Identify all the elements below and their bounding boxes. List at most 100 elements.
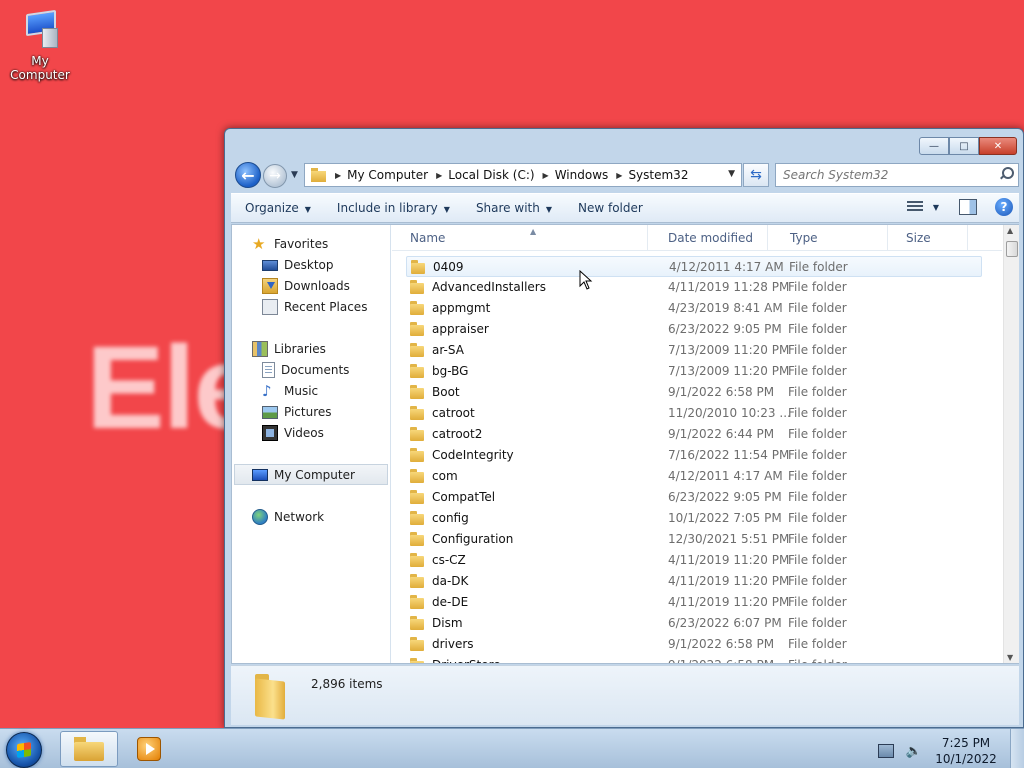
back-button[interactable]: ←: [235, 162, 261, 188]
desktop-icon-my-computer[interactable]: My Computer: [2, 8, 78, 82]
table-row[interactable]: config 10/1/2022 7:05 PM File folder: [406, 508, 982, 529]
scroll-up-arrow[interactable]: ▲: [1007, 226, 1013, 235]
clock[interactable]: 7:25 PM 10/1/2022: [934, 735, 998, 767]
nav-favorites[interactable]: ★ Favorites: [232, 233, 390, 254]
table-row[interactable]: DriverStore 9/1/2022 6:58 PM File folder: [406, 655, 982, 663]
column-name[interactable]: Name ▲: [392, 225, 648, 251]
breadcrumb-separator[interactable]: ▶: [616, 171, 622, 180]
include-in-library-button[interactable]: Include in library ▼: [323, 201, 462, 215]
address-bar[interactable]: ▶ My Computer ▶ Local Disk (C:) ▶ Window…: [304, 163, 742, 187]
breadcrumb-separator[interactable]: ▶: [335, 171, 341, 180]
file-name: 0409: [433, 260, 464, 274]
table-row[interactable]: appmgmt 4/23/2019 8:41 AM File folder: [406, 298, 982, 319]
table-row[interactable]: CodeIntegrity 7/16/2022 11:54 PM File fold…: [406, 445, 982, 466]
folder-icon: [410, 511, 424, 525]
table-row[interactable]: Boot 9/1/2022 6:58 PM File folder: [406, 382, 982, 403]
table-row[interactable]: AdvancedInstallers 4/11/2019 11:28 PM File…: [406, 277, 982, 298]
preview-pane-icon[interactable]: [959, 199, 977, 215]
recent-pages-dropdown[interactable]: ▼: [291, 170, 298, 180]
show-desktop-button[interactable]: [1010, 729, 1024, 768]
nav-pictures[interactable]: Pictures: [232, 401, 390, 422]
table-row[interactable]: Dism 6/23/2022 6:07 PM File folder: [406, 613, 982, 634]
folder-icon: [410, 616, 424, 630]
table-row[interactable]: bg-BG 7/13/2009 11:20 PM File folder: [406, 361, 982, 382]
start-button[interactable]: [6, 732, 42, 768]
nav-documents[interactable]: Documents: [232, 359, 390, 380]
file-name: CodeIntegrity: [432, 448, 514, 462]
network-tray-icon[interactable]: [877, 744, 894, 758]
vertical-scrollbar[interactable]: ▲ ▼: [1003, 225, 1019, 663]
change-view-icon[interactable]: [906, 201, 923, 213]
file-name: CompatTel: [432, 490, 496, 504]
nav-videos[interactable]: Videos: [232, 422, 390, 443]
breadcrumb-separator[interactable]: ▶: [436, 171, 442, 180]
table-row[interactable]: com 4/12/2011 4:17 AM File folder: [406, 466, 982, 487]
table-row[interactable]: catroot2 9/1/2022 6:44 PM File folder: [406, 424, 982, 445]
file-type: File folder: [788, 301, 847, 315]
forward-button[interactable]: →: [263, 164, 287, 188]
table-row[interactable]: catroot 11/20/2010 10:23 ... File folder: [406, 403, 982, 424]
taskbar-media-player-button[interactable]: [122, 731, 176, 767]
breadcrumb-system32[interactable]: System32: [628, 168, 688, 182]
file-type: File folder: [788, 385, 847, 399]
table-row[interactable]: ar-SA 7/13/2009 11:20 PM File folder: [406, 340, 982, 361]
file-type: File folder: [788, 532, 847, 546]
taskbar-explorer-button[interactable]: [60, 731, 118, 767]
file-date-modified: 4/11/2019 11:28 PM: [668, 280, 790, 294]
organize-button[interactable]: Organize ▼: [231, 201, 323, 215]
table-row[interactable]: cs-CZ 4/11/2019 11:20 PM File folder: [406, 550, 982, 571]
table-row[interactable]: CompatTel 6/23/2022 9:05 PM File folder: [406, 487, 982, 508]
file-date-modified: 4/23/2019 8:41 AM: [668, 301, 783, 315]
close-button[interactable]: ✕: [979, 137, 1017, 155]
scroll-down-arrow[interactable]: ▼: [1007, 653, 1013, 662]
nav-music[interactable]: ♪ Music: [232, 380, 390, 401]
nav-network[interactable]: Network: [232, 506, 390, 527]
column-date-modified[interactable]: Date modified: [648, 225, 768, 251]
file-name: cs-CZ: [432, 553, 466, 567]
maximize-button[interactable]: □: [949, 137, 979, 155]
folder-icon: [410, 532, 424, 546]
table-row[interactable]: 0409 4/12/2011 4:17 AM File folder: [406, 256, 982, 277]
search-icon[interactable]: [998, 167, 1014, 181]
folder-icon: [411, 260, 425, 274]
nav-desktop[interactable]: Desktop: [232, 254, 390, 275]
view-options-dropdown[interactable]: ▼: [933, 203, 939, 212]
nav-downloads[interactable]: Downloads: [232, 275, 390, 296]
refresh-button[interactable]: ⇆: [743, 163, 769, 187]
file-date-modified: 9/1/2022 6:58 PM: [668, 637, 775, 651]
breadcrumb-separator[interactable]: ▶: [543, 171, 549, 180]
file-type: File folder: [788, 364, 847, 378]
share-with-button[interactable]: Share with ▼: [462, 201, 564, 215]
table-row[interactable]: de-DE 4/11/2019 11:20 PM File folder: [406, 592, 982, 613]
breadcrumb-windows[interactable]: Windows: [555, 168, 609, 182]
column-type[interactable]: Type: [768, 225, 888, 251]
column-size[interactable]: Size: [888, 225, 968, 251]
scroll-thumb[interactable]: [1006, 241, 1018, 257]
address-dropdown[interactable]: ▼: [728, 169, 735, 179]
search-input[interactable]: [776, 164, 986, 186]
videos-icon: [262, 424, 278, 441]
nav-recent-places[interactable]: Recent Places: [232, 296, 390, 317]
table-row[interactable]: da-DK 4/11/2019 11:20 PM File folder: [406, 571, 982, 592]
search-box[interactable]: [775, 163, 1019, 187]
nav-my-computer[interactable]: My Computer: [234, 464, 388, 485]
breadcrumb-my-computer[interactable]: My Computer: [347, 168, 428, 182]
table-row[interactable]: drivers 9/1/2022 6:58 PM File folder: [406, 634, 982, 655]
chevron-down-icon: ▼: [304, 205, 311, 214]
volume-icon[interactable]: 🔈: [906, 744, 922, 759]
nav-libraries[interactable]: Libraries: [232, 338, 390, 359]
table-row[interactable]: appraiser 6/23/2022 9:05 PM File folder: [406, 319, 982, 340]
pictures-icon: [262, 405, 278, 419]
file-date-modified: 4/12/2011 4:17 AM: [669, 260, 784, 274]
file-date-modified: 11/20/2010 10:23 ...: [668, 406, 791, 420]
folder-icon: [410, 658, 424, 663]
navigation-bar: ← → ▼ ▶ My Computer ▶ Local Disk (C:) ▶ …: [231, 161, 1019, 189]
downloads-icon: [262, 277, 278, 294]
minimize-button[interactable]: —: [919, 137, 949, 155]
table-row[interactable]: Configuration 12/30/2021 5:51 PM File fold…: [406, 529, 982, 550]
help-icon[interactable]: ?: [995, 198, 1013, 216]
breadcrumb-local-disk[interactable]: Local Disk (C:): [448, 168, 534, 182]
new-folder-button[interactable]: New folder: [564, 201, 655, 215]
folder-icon: [410, 595, 424, 609]
folder-icon: [410, 364, 424, 378]
